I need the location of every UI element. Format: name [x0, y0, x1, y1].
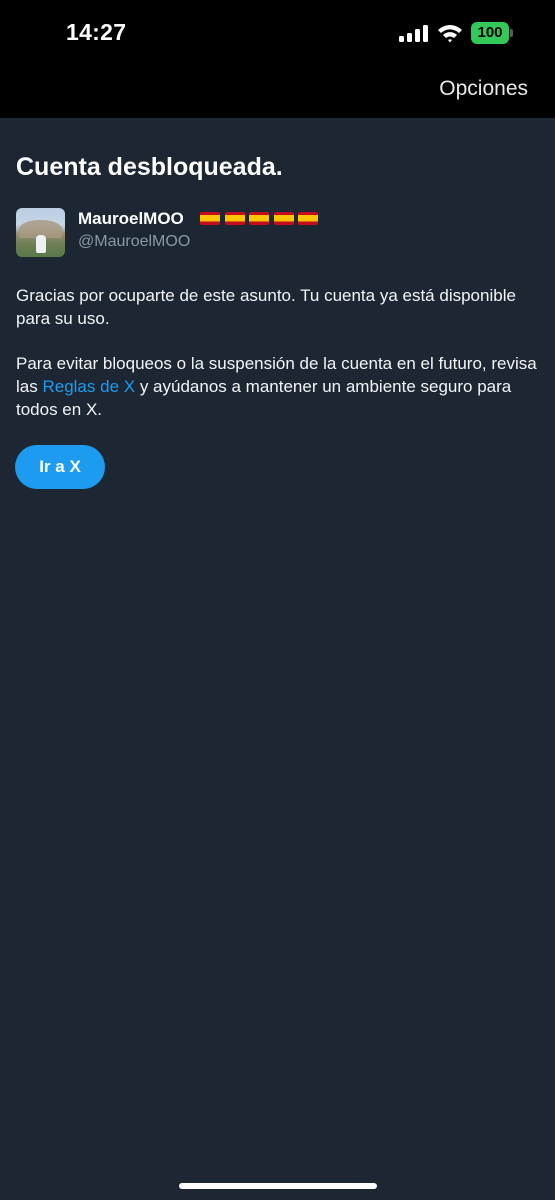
rules-paragraph: Para evitar bloqueos o la suspensión de … [16, 354, 537, 419]
status-time: 14:27 [66, 19, 127, 45]
home-indicator[interactable] [179, 1183, 377, 1189]
page-title: Cuenta desbloqueada. [16, 153, 283, 181]
go-to-x-button[interactable]: Ir a X [15, 445, 105, 489]
rules-link[interactable]: Reglas de X [42, 377, 135, 396]
spain-flag-icon [249, 212, 269, 225]
flag-emojis [200, 212, 323, 226]
status-bar: 14:27 100 [0, 0, 555, 64]
avatar [16, 208, 65, 257]
user-handle: @MauroelMOO [78, 233, 191, 250]
spain-flag-icon [298, 212, 318, 225]
spain-flag-icon [224, 212, 245, 225]
spain-flag-icon [273, 212, 294, 225]
wifi-icon [438, 25, 462, 43]
top-bar: 14:27 100 Opciones [0, 0, 555, 118]
user-display-name: MauroelMOO [78, 209, 184, 228]
spain-flag-icon [200, 212, 220, 225]
signal-icon [399, 25, 429, 42]
thanks-paragraph: Gracias por ocuparte de este asunto. Tu … [16, 286, 516, 328]
battery-level: 100 [471, 22, 509, 44]
options-button[interactable]: Opciones [439, 77, 528, 101]
battery-icon: 100 [471, 22, 513, 44]
